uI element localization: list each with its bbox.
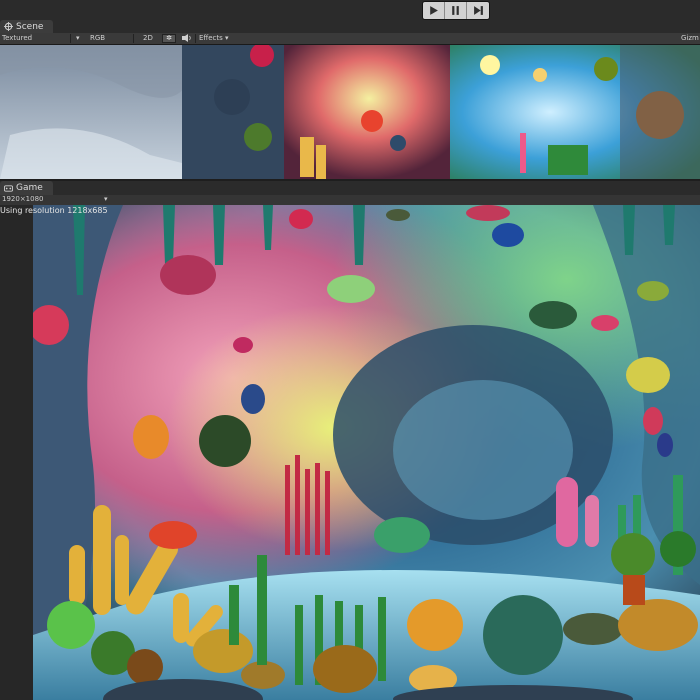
2d-toggle[interactable]: 2D <box>143 34 153 43</box>
tab-scene[interactable]: Scene <box>0 20 54 33</box>
play-icon <box>430 6 438 15</box>
gizmos-dropdown[interactable]: Gizm <box>681 34 699 43</box>
toolbar-divider <box>195 34 196 43</box>
step-icon <box>473 6 483 15</box>
dropdown-arrow-icon: ▾ <box>76 34 80 42</box>
play-button[interactable] <box>423 2 445 19</box>
scene-audio-toggle[interactable] <box>182 34 192 45</box>
game-toolbar: 1920×1080 ▾ <box>0 195 700 205</box>
game-tab-strip: Game <box>0 181 700 195</box>
scene-lighting-toggle[interactable]: ✲ <box>162 34 176 43</box>
game-viewport[interactable] <box>33 205 700 700</box>
tab-scene-label: Scene <box>16 21 44 32</box>
toolbar-divider <box>133 34 134 43</box>
scene-render <box>0 45 700 179</box>
game-render <box>33 205 700 700</box>
step-button[interactable] <box>467 2 489 19</box>
playback-controls <box>422 1 490 20</box>
scene-icon <box>4 22 13 31</box>
scene-toolbar: Textured ▾ RGB 2D ✲ Effects ▾ Gizm <box>0 33 700 45</box>
speaker-icon <box>182 34 191 42</box>
game-icon <box>4 184 13 192</box>
toolbar-divider <box>70 34 71 43</box>
resolution-note: Using resolution 1218x685 <box>0 206 108 215</box>
tab-game[interactable]: Game <box>0 181 53 195</box>
scene-tab-strip: Scene <box>0 20 700 33</box>
dropdown-arrow-icon: ▾ <box>104 195 108 203</box>
pause-icon <box>452 6 459 15</box>
scene-viewport[interactable] <box>0 45 700 179</box>
tab-game-label: Game <box>16 183 43 193</box>
sun-icon: ✲ <box>166 34 172 42</box>
pause-button[interactable] <box>445 2 467 19</box>
top-toolbar <box>0 0 700 20</box>
aspect-dropdown[interactable]: 1920×1080 <box>2 195 44 204</box>
draw-mode-dropdown[interactable]: Textured <box>2 34 32 43</box>
render-mode-dropdown[interactable]: RGB <box>90 34 105 43</box>
effects-label: Effects <box>199 34 223 42</box>
effects-dropdown[interactable]: Effects ▾ <box>199 34 229 43</box>
